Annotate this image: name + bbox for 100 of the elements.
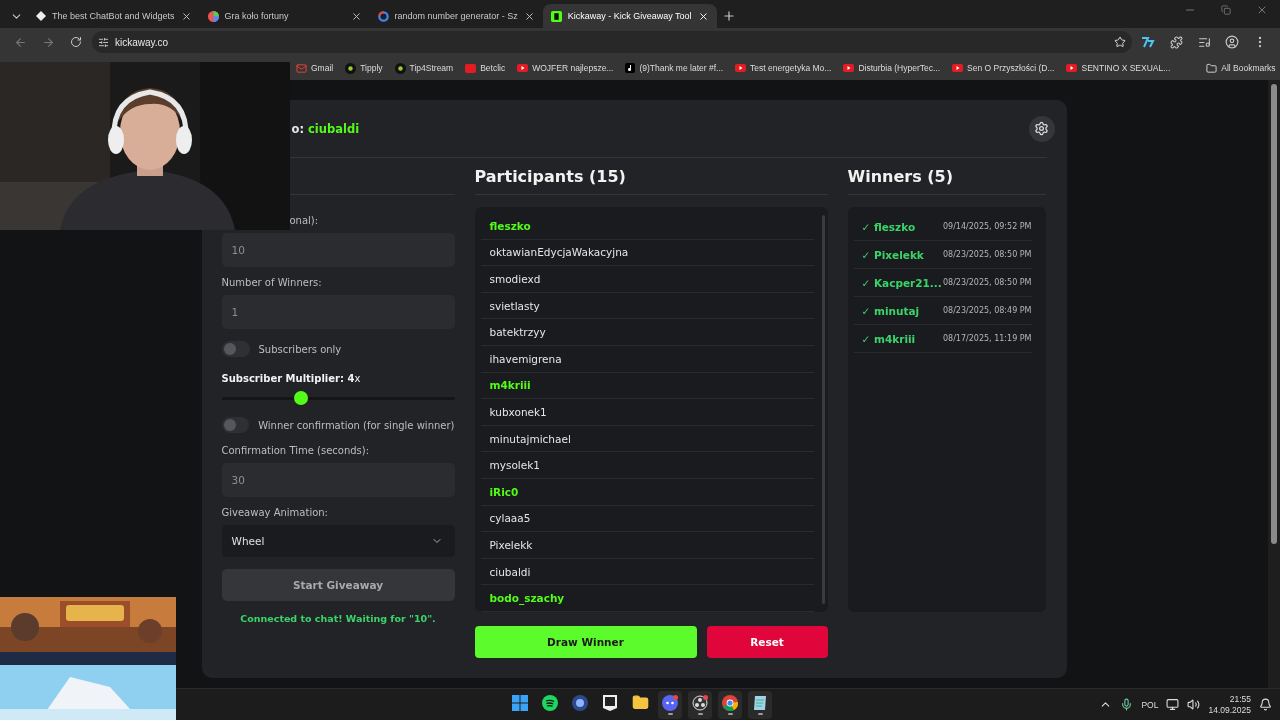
color-wheel-icon: [207, 10, 219, 22]
participant-name: smodiexd: [489, 273, 541, 285]
forward-arrow-icon[interactable]: [41, 35, 55, 49]
close-icon[interactable]: [350, 10, 362, 22]
music-app-icon: [542, 694, 558, 711]
start-icon: [512, 694, 528, 711]
orb-icon: [572, 694, 588, 711]
browser-icon: [722, 694, 738, 711]
network-icon[interactable]: [1166, 698, 1180, 711]
winner-time: 09/14/2025, 09:52 PM: [942, 222, 1032, 231]
round-icon: [345, 62, 357, 74]
round-icon: [394, 62, 406, 74]
participant-name: svietlasty: [489, 299, 540, 312]
participant-name: bodo_szachy: [489, 592, 565, 605]
all-bookmarks-item[interactable]: All Bookmarks: [1206, 62, 1276, 74]
winner-time: 08/17/2025, 11:19 PM: [942, 334, 1032, 343]
field-label: onal):: [288, 215, 320, 226]
taskbar-app[interactable]: [688, 690, 712, 719]
winner-name: ✓ minutaj: [861, 304, 920, 317]
notification-icon[interactable]: [1259, 698, 1272, 711]
toggle-label: Winner confirmation (for single winner): [258, 419, 455, 431]
taskbar-app[interactable]: [748, 690, 772, 719]
diamond-icon: [36, 11, 46, 21]
browser-tab[interactable]: Gra koło fortuny: [199, 4, 370, 28]
browser-tab[interactable]: Kickaway - Kick Giveaway Tool: [542, 4, 717, 28]
square-icon: [550, 10, 562, 22]
bookmark-item[interactable]: Disturbia (HyperTec...: [843, 63, 941, 73]
restore-icon[interactable]: [1221, 5, 1231, 15]
bookmark-item[interactable]: WOJFER najlepsze...: [517, 63, 614, 73]
status-message: Connected to chat! Waiting for "10".: [239, 613, 437, 624]
participant-name: mysolek1: [489, 459, 540, 472]
bookmark-item[interactable]: SENTINO X SEXUAL...: [1066, 63, 1171, 73]
play-icon: [735, 64, 747, 72]
winner-name: ✓ m4kriii: [861, 332, 916, 345]
field-label: Number of Winners:: [221, 277, 323, 288]
reload-icon[interactable]: [70, 36, 82, 48]
participant-name: kubxonek1: [489, 405, 547, 418]
winner-time: 08/23/2025, 08:50 PM: [942, 250, 1032, 259]
gear-icon: [1034, 121, 1049, 136]
bookmark-item[interactable]: Sen O Przyszłości (D...: [952, 63, 1055, 73]
recorder-icon: [692, 694, 708, 711]
browser-tab[interactable]: random number generator - Sz: [369, 4, 543, 28]
browser-tab[interactable]: The best ChatBot and Widgets: [28, 4, 200, 28]
participants-heading: Participants (15): [474, 166, 626, 186]
mail-icon: [296, 62, 307, 74]
field-label: Giveaway Animation:: [221, 507, 329, 518]
winners-heading: Winners (5): [847, 166, 953, 186]
input-field[interactable]: 30: [221, 463, 455, 497]
participant-name: batektrzyy: [489, 326, 546, 339]
participant-name: iRic0: [489, 485, 519, 498]
toggle-switch[interactable]: [221, 341, 250, 357]
play-icon: [843, 64, 855, 72]
participant-name: fleszko: [489, 219, 531, 232]
toggle-switch[interactable]: [221, 417, 250, 433]
play-icon: [1066, 64, 1078, 72]
site-settings-icon[interactable]: [98, 36, 109, 48]
language-indicator[interactable]: POL: [1141, 699, 1159, 710]
settings-button[interactable]: [1028, 115, 1055, 142]
bookmark-item[interactable]: Betclic: [465, 63, 506, 73]
winner-name: ✓ Kacper21...: [861, 276, 942, 289]
draw-winner-button[interactable]: Draw Winner: [474, 626, 697, 658]
input-field[interactable]: 1: [221, 295, 455, 329]
reset-button[interactable]: Reset: [706, 626, 828, 658]
chat-app-icon: [662, 694, 678, 711]
slider-thumb[interactable]: [293, 391, 308, 405]
close-icon[interactable]: [523, 10, 535, 22]
game-store-icon: [603, 694, 617, 711]
back-arrow-icon[interactable]: [13, 35, 27, 49]
bookmark-item[interactable]: (9)Thank me later #f...: [625, 63, 724, 73]
notepad-icon: [752, 694, 768, 711]
multicolor-ring-icon: [377, 10, 389, 22]
bookmark-star-icon[interactable]: [1114, 36, 1126, 48]
taskbar-app[interactable]: [658, 690, 682, 719]
close-icon[interactable]: [180, 10, 192, 22]
participant-name: Pixelekk: [489, 538, 533, 551]
clock[interactable]: 21:55 14.09.2025: [1208, 693, 1251, 716]
channel-heading: o: ciubaldi: [291, 121, 360, 136]
close-icon[interactable]: [697, 10, 709, 22]
address-bar[interactable]: kickaway.co: [92, 31, 1132, 53]
bookmark-item[interactable]: Tip4Stream: [394, 62, 454, 74]
participant-name: minutajmichael: [489, 432, 571, 445]
winner-name: ✓ Pixelekk: [861, 248, 924, 261]
participant-name: ihavemigrena: [489, 352, 562, 365]
select-dropdown[interactable]: Wheel: [221, 525, 455, 557]
plus-icon[interactable]: [721, 9, 736, 23]
taskbar-app[interactable]: [718, 690, 742, 719]
participant-name: m4kriii: [489, 379, 531, 392]
participant-name: oktawianEdycjaWakacyjna: [489, 246, 629, 259]
bookmark-item[interactable]: Test energetyka Mo...: [735, 63, 832, 73]
url-text: kickaway.co: [115, 36, 169, 48]
volume-icon[interactable]: [1187, 698, 1201, 711]
input-field[interactable]: 10: [221, 233, 455, 267]
badge-icon: [465, 63, 477, 73]
folder-icon: [1206, 62, 1218, 74]
bookmark-item[interactable]: Gmail: [296, 62, 334, 74]
winner-time: 08/23/2025, 08:49 PM: [942, 306, 1032, 315]
microphone-icon[interactable]: [1120, 698, 1134, 711]
music-note-icon: [625, 63, 636, 73]
slider-label: Subscriber Multiplier: 4x: [221, 373, 362, 384]
bookmark-item[interactable]: Tipply: [345, 62, 383, 74]
